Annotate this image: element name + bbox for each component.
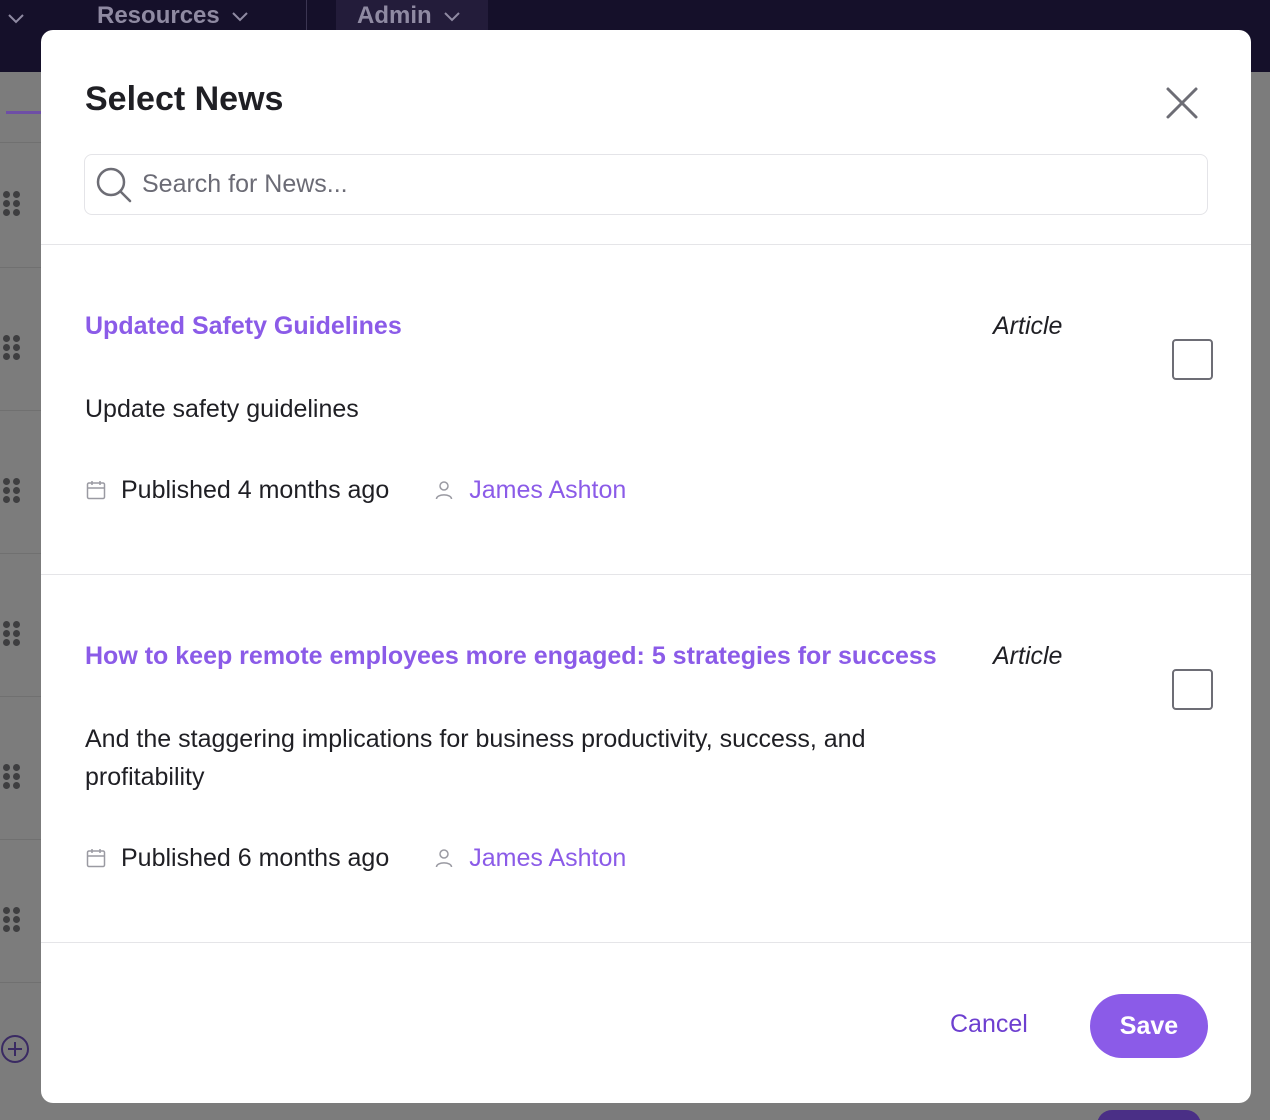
calendar-icon bbox=[86, 849, 106, 868]
drag-handle-icon[interactable] bbox=[3, 621, 23, 647]
nav-admin[interactable]: Admin bbox=[357, 2, 462, 30]
background-button bbox=[1097, 1110, 1201, 1120]
nav-resources-label: Resources bbox=[97, 2, 220, 29]
news-item-title[interactable]: Updated Safety Guidelines bbox=[85, 312, 402, 341]
active-tab-underline bbox=[6, 111, 42, 114]
user-icon bbox=[436, 849, 453, 868]
nav-resources[interactable]: Resources bbox=[97, 2, 250, 30]
drag-handle-icon[interactable] bbox=[3, 191, 23, 217]
chevron-down-icon[interactable] bbox=[6, 8, 26, 28]
news-item-meta: Published 4 months ago James Ashton bbox=[85, 475, 626, 505]
row-divider bbox=[0, 696, 41, 697]
user-icon bbox=[436, 481, 453, 500]
calendar-icon bbox=[86, 481, 106, 500]
drag-handle-icon[interactable] bbox=[3, 764, 23, 790]
save-button[interactable]: Save bbox=[1090, 994, 1208, 1058]
drag-handle-icon[interactable] bbox=[3, 335, 23, 361]
search-input[interactable] bbox=[142, 170, 1182, 199]
divider bbox=[41, 574, 1251, 575]
row-divider bbox=[0, 553, 41, 554]
select-news-modal: Select News Updated Safety Guidelines Ar… bbox=[41, 30, 1251, 1103]
modal-title: Select News bbox=[85, 80, 284, 118]
news-item-type: Article bbox=[993, 312, 1063, 340]
news-item-checkbox[interactable] bbox=[1172, 669, 1213, 710]
row-divider bbox=[0, 267, 41, 268]
nav-admin-label: Admin bbox=[357, 2, 432, 29]
cancel-button[interactable]: Cancel bbox=[950, 1010, 1028, 1039]
divider bbox=[41, 942, 1251, 943]
news-item-meta: Published 6 months ago James Ashton bbox=[85, 843, 626, 873]
news-item-description: Update safety guidelines bbox=[85, 395, 359, 423]
close-icon[interactable] bbox=[1159, 80, 1205, 126]
row-divider bbox=[0, 410, 41, 411]
search-box bbox=[84, 154, 1208, 215]
chevron-down-icon bbox=[232, 12, 248, 22]
add-circle-icon[interactable] bbox=[0, 1034, 30, 1064]
published-date: Published 4 months ago bbox=[121, 475, 390, 504]
news-item-checkbox[interactable] bbox=[1172, 339, 1213, 380]
author-link[interactable]: James Ashton bbox=[469, 844, 626, 873]
news-item-type: Article bbox=[993, 642, 1063, 670]
news-item-description: And the staggering implications for busi… bbox=[85, 725, 866, 791]
search-icon bbox=[96, 167, 132, 202]
row-divider bbox=[0, 839, 41, 840]
row-divider bbox=[0, 982, 41, 983]
drag-handle-icon[interactable] bbox=[3, 907, 23, 933]
news-item-title[interactable]: How to keep remote employees more engage… bbox=[85, 642, 937, 671]
chevron-down-icon bbox=[443, 12, 460, 22]
author-link[interactable]: James Ashton bbox=[469, 476, 626, 505]
divider bbox=[41, 244, 1251, 245]
published-date: Published 6 months ago bbox=[121, 843, 390, 872]
drag-handle-icon[interactable] bbox=[3, 478, 23, 504]
row-divider bbox=[0, 142, 41, 143]
